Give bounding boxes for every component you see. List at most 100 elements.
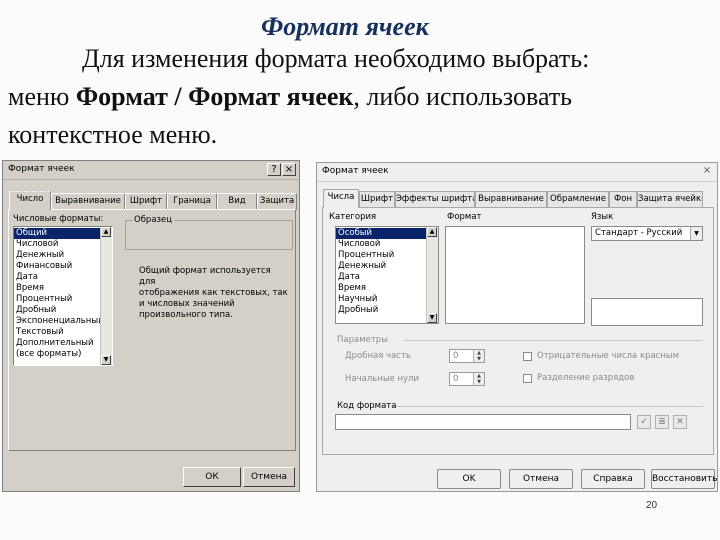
format-label: Формат (447, 212, 482, 222)
spinner-arrows-icon[interactable]: ▲ ▼ (473, 373, 484, 385)
description-line: Общий формат используется для (139, 266, 271, 287)
params-label: Параметры (337, 335, 388, 345)
excel-tab-panel: Числовые форматы: Общий Числовой Денежный Ф… (8, 209, 296, 451)
scroll-up-icon[interactable]: ▲ (427, 227, 437, 237)
list-item[interactable]: Денежный (336, 261, 438, 272)
description-line: и числовых значений (139, 299, 235, 309)
tab-protection[interactable]: Защита (257, 193, 297, 210)
code-separator (393, 406, 703, 407)
thousands-separator-checkbox[interactable] (523, 374, 532, 383)
scroll-up-icon[interactable]: ▲ (101, 227, 111, 237)
list-item[interactable]: Дата (336, 272, 438, 283)
number-formats-list[interactable]: Общий Числовой Денежный Финансовый Дата Время… (13, 226, 113, 366)
calc-dialog-titlebar: Формат ячеек × (317, 163, 717, 182)
tab-numbers[interactable]: Числа (323, 189, 359, 208)
list-item[interactable]: Дробный (336, 305, 438, 316)
spinner-arrows-icon[interactable]: ▲ ▼ (473, 350, 484, 362)
scroll-down-icon[interactable]: ▼ (101, 355, 111, 365)
reset-button[interactable]: Восстановить (651, 469, 717, 489)
cancel-button[interactable]: Отмена (243, 467, 295, 487)
excel-format-cells-dialog: Формат ячеек ? × Число Выравнивание Шриф… (2, 160, 300, 492)
calc-format-cells-dialog: Формат ячеек × Числа Шрифт Эффекты шрифт… (316, 162, 718, 492)
ok-button[interactable]: ОК (183, 467, 241, 487)
list-item[interactable]: Дата (14, 272, 112, 283)
format-preview (591, 298, 703, 326)
tab-background[interactable]: Фон (609, 191, 637, 208)
format-code-label: Код формата (337, 401, 397, 411)
tab-font[interactable]: Шрифт (359, 191, 395, 208)
formats-scrollbar[interactable]: ▲ ▼ (100, 227, 112, 365)
format-code-input[interactable] (335, 414, 631, 430)
cancel-button[interactable]: Отмена (509, 469, 573, 489)
list-item[interactable]: Числовой (336, 239, 438, 250)
slide-title: Формат ячеек (261, 12, 429, 41)
body-line-3: контекстное меню. (8, 120, 218, 149)
list-item[interactable]: Текстовый (14, 327, 112, 338)
language-select[interactable]: Стандарт - Русский ▼ (591, 226, 703, 241)
list-item[interactable]: Общий (14, 228, 112, 239)
delete-icon[interactable]: ✕ (673, 415, 687, 429)
close-icon[interactable]: × (282, 163, 296, 176)
ok-button[interactable]: OK (437, 469, 501, 489)
scroll-down-icon[interactable]: ▼ (427, 313, 437, 323)
sample-label: Образец (132, 215, 175, 225)
tab-number[interactable]: Число (9, 191, 51, 210)
tab-cell-protection[interactable]: Защита ячейки (637, 191, 703, 208)
help-button[interactable]: Справка (581, 469, 645, 489)
format-list[interactable] (445, 226, 585, 324)
body-line-2: меню Формат / Формат ячеек, либо использ… (8, 78, 713, 116)
sample-groupbox: Образец (125, 215, 293, 250)
category-list[interactable]: Особый Числовой Процентный Денежный Дата Врем… (335, 226, 439, 324)
page-number: 20 (646, 500, 658, 511)
negative-red-checkbox[interactable] (523, 352, 532, 361)
menu-path-text: Формат / Формат ячеек (75, 82, 354, 111)
list-item[interactable]: Процентный (336, 250, 438, 261)
checkmark-icon[interactable]: ✓ (637, 415, 651, 429)
list-item[interactable]: Время (14, 283, 112, 294)
decimal-places-label: Дробная часть (345, 351, 411, 361)
description-line: произвольного типа. (139, 310, 233, 320)
tab-view[interactable]: Вид (217, 193, 257, 210)
chevron-down-icon[interactable]: ▼ (690, 227, 702, 240)
decimal-places-value: 0 (453, 351, 459, 361)
negative-red-label: Отрицательные числа красным (537, 351, 680, 361)
leading-zeros-value: 0 (453, 374, 459, 384)
list-item[interactable]: Особый (336, 228, 438, 239)
calc-dialog-title: Формат ячеек (322, 166, 389, 176)
list-item[interactable]: Дополнительный (14, 338, 112, 349)
tab-alignment[interactable]: Выравнивание (475, 191, 547, 208)
tab-font-effects[interactable]: Эффекты шрифта (395, 191, 475, 208)
tab-alignment[interactable]: Выравнивание (51, 193, 125, 210)
excel-dialog-title: Формат ячеек (8, 164, 75, 174)
thousands-separator-label: Разделение разрядов (537, 373, 635, 383)
decimal-places-spinner[interactable]: 0 ▲ ▼ (449, 349, 485, 363)
language-label: Язык (591, 212, 614, 222)
excel-dialog-titlebar: Формат ячеек ? × (3, 161, 299, 180)
slide-body-text: Для изменения формата необходимо выбрать… (8, 40, 713, 154)
list-item[interactable]: Экспоненциальный (14, 316, 112, 327)
description-line: отображения как текстовых, так (139, 288, 288, 298)
language-value: Стандарт - Русский (595, 228, 683, 238)
list-item[interactable]: Финансовый (14, 261, 112, 272)
tab-border[interactable]: Граница (167, 193, 217, 210)
body-line-2-suffix: , либо использовать (353, 82, 573, 111)
list-item[interactable]: Денежный (14, 250, 112, 261)
edit-comment-icon[interactable]: ≣ (655, 415, 669, 429)
list-item[interactable]: Дробный (14, 305, 112, 316)
body-line-1: Для изменения формата необходимо выбрать… (82, 44, 590, 73)
list-item[interactable]: Процентный (14, 294, 112, 305)
category-scrollbar[interactable]: ▲ ▼ (426, 227, 438, 323)
list-item[interactable]: Научный (336, 294, 438, 305)
leading-zeros-spinner[interactable]: 0 ▲ ▼ (449, 372, 485, 386)
tab-borders[interactable]: Обрамление (547, 191, 609, 208)
calc-tab-panel: Категория Особый Числовой Процентный Денежн… (322, 207, 714, 455)
params-separator (403, 340, 703, 341)
list-item[interactable]: Числовой (14, 239, 112, 250)
list-item[interactable]: Время (336, 283, 438, 294)
close-icon[interactable]: × (700, 165, 714, 178)
help-icon[interactable]: ? (267, 163, 281, 176)
tab-font[interactable]: Шрифт (125, 193, 167, 210)
body-line-2-prefix: меню (8, 82, 76, 111)
list-item[interactable]: (все форматы) (14, 349, 112, 360)
number-formats-label: Числовые форматы: (13, 214, 104, 224)
